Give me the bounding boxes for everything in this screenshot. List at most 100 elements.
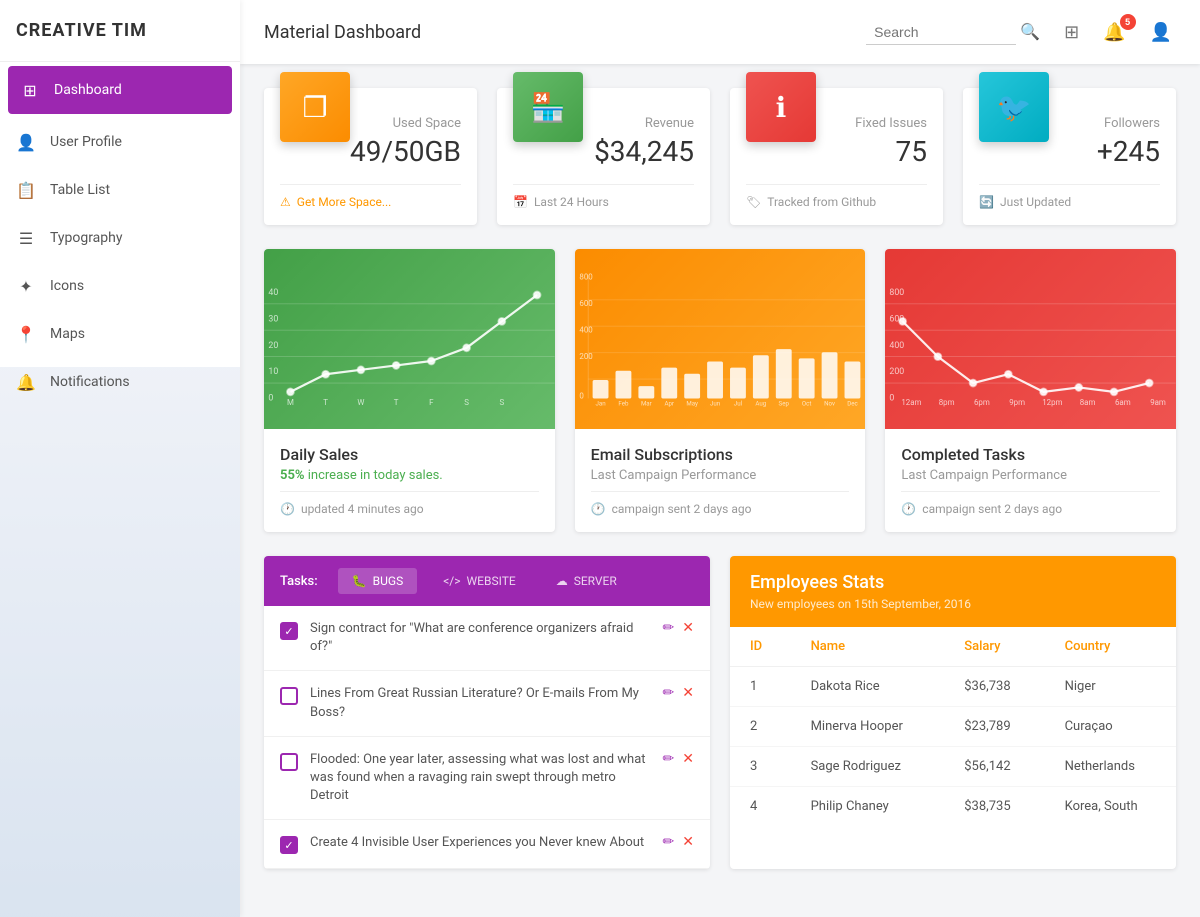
nav-icon-notifications: 🔔 bbox=[16, 372, 36, 392]
task-edit-4[interactable]: ✏ bbox=[663, 834, 675, 850]
employee-country: Netherlands bbox=[1045, 747, 1176, 787]
task-list: Sign contract for "What are conference o… bbox=[264, 606, 710, 869]
task-checkbox-3[interactable] bbox=[280, 753, 298, 771]
server-tab-label: SERVER bbox=[574, 574, 617, 588]
svg-text:6pm: 6pm bbox=[974, 398, 990, 407]
task-item: Flooded: One year later, assessing what … bbox=[264, 737, 710, 821]
chart-cards-grid: 40 30 20 10 0 MTWTFSS Daily Sales 55% in… bbox=[264, 249, 1176, 532]
nav-label-icons: Icons bbox=[50, 278, 84, 294]
tasks-tab-website[interactable]: </> WEBSITE bbox=[429, 568, 529, 594]
svg-text:S: S bbox=[499, 398, 504, 407]
chart-subtitle-email-subscriptions: Last Campaign Performance bbox=[591, 468, 850, 483]
stat-card-revenue: 🏪 Revenue $34,245 📅 Last 24 Hours bbox=[497, 88, 710, 225]
svg-text:800: 800 bbox=[890, 288, 905, 298]
svg-text:Mar: Mar bbox=[641, 400, 652, 408]
task-item: Sign contract for "What are conference o… bbox=[264, 606, 710, 671]
sidebar-item-icons[interactable]: ✦ Icons bbox=[0, 262, 240, 310]
task-checkbox-1[interactable] bbox=[280, 622, 298, 640]
clock-icon-daily-sales: 🕐 bbox=[280, 502, 295, 516]
svg-text:Apr: Apr bbox=[664, 400, 674, 408]
stat-card-footer-followers: 🔄 Just Updated bbox=[979, 184, 1160, 209]
search-button[interactable]: 🔍 bbox=[1016, 18, 1044, 46]
svg-text:M: M bbox=[287, 398, 294, 407]
task-edit-2[interactable]: ✏ bbox=[663, 685, 675, 701]
svg-text:20: 20 bbox=[268, 341, 278, 351]
svg-text:W: W bbox=[357, 398, 364, 407]
chart-footer-completed-tasks: 🕐 campaign sent 2 days ago bbox=[901, 491, 1160, 516]
task-checkbox-4[interactable] bbox=[280, 836, 298, 854]
chart-body-daily-sales: Daily Sales 55% increase in today sales.… bbox=[264, 429, 555, 532]
svg-text:T: T bbox=[394, 398, 399, 407]
employee-name: Philip Chaney bbox=[791, 787, 945, 827]
user-icon-button[interactable]: 👤 bbox=[1146, 18, 1176, 47]
svg-text:9pm: 9pm bbox=[1010, 398, 1026, 407]
stat-card-icon-used-space: ❐ bbox=[280, 72, 350, 142]
chart-title-email-subscriptions: Email Subscriptions bbox=[591, 445, 850, 464]
grid-icon-button[interactable]: ⊞ bbox=[1060, 18, 1083, 47]
chart-body-completed-tasks: Completed Tasks Last Campaign Performanc… bbox=[885, 429, 1176, 532]
tasks-card: Tasks: 🐛 BUGS </> WEBSITE ☁ SERVER bbox=[264, 556, 710, 869]
task-text-3: Flooded: One year later, assessing what … bbox=[310, 751, 651, 806]
sidebar-item-user-profile[interactable]: 👤 User Profile bbox=[0, 118, 240, 166]
task-text-2: Lines From Great Russian Literature? Or … bbox=[310, 685, 651, 721]
stat-card-fixed-issues: ℹ Fixed Issues 75 🏷 Tracked from Github bbox=[730, 88, 943, 225]
chart-footer-text-email-subscriptions: campaign sent 2 days ago bbox=[612, 502, 752, 516]
line-chart-completed-tasks: 800 600 400 200 0 12am8pm6pm9pm12pm8am6a… bbox=[885, 249, 1176, 429]
employee-country: Niger bbox=[1045, 667, 1176, 707]
footer-icon-revenue: 📅 bbox=[513, 195, 528, 209]
search-input[interactable] bbox=[866, 20, 1016, 45]
svg-text:Jan: Jan bbox=[595, 400, 605, 408]
footer-icon-used-space: ⚠ bbox=[280, 195, 291, 209]
employees-subtitle: New employees on 15th September, 2016 bbox=[750, 597, 1156, 611]
footer-text-used-space[interactable]: Get More Space... bbox=[297, 195, 392, 209]
svg-text:12pm: 12pm bbox=[1043, 398, 1063, 407]
employees-table-head: IDNameSalaryCountry bbox=[730, 627, 1176, 667]
task-delete-4[interactable]: ✕ bbox=[682, 834, 694, 850]
tasks-tab-server[interactable]: ☁ SERVER bbox=[542, 568, 631, 594]
svg-text:Aug: Aug bbox=[755, 400, 766, 408]
chart-body-email-subscriptions: Email Subscriptions Last Campaign Perfor… bbox=[575, 429, 866, 532]
nav-icon-user-profile: 👤 bbox=[16, 132, 36, 152]
bug-icon: 🐛 bbox=[352, 574, 367, 588]
employee-country: Korea, South bbox=[1045, 787, 1176, 827]
chart-footer-daily-sales: 🕐 updated 4 minutes ago bbox=[280, 491, 539, 516]
task-checkbox-2[interactable] bbox=[280, 687, 298, 705]
notification-badge: 5 bbox=[1120, 14, 1136, 30]
task-delete-1[interactable]: ✕ bbox=[682, 620, 694, 636]
footer-text-fixed-issues: Tracked from Github bbox=[767, 195, 876, 209]
svg-text:8am: 8am bbox=[1080, 398, 1096, 407]
employees-table: IDNameSalaryCountry1Dakota Rice$36,738Ni… bbox=[730, 627, 1176, 826]
sidebar-item-notifications[interactable]: 🔔 Notifications bbox=[0, 358, 240, 406]
task-delete-2[interactable]: ✕ bbox=[682, 685, 694, 701]
svg-text:0: 0 bbox=[890, 394, 895, 404]
footer-text-revenue: Last 24 Hours bbox=[534, 195, 609, 209]
task-edit-1[interactable]: ✏ bbox=[663, 620, 675, 636]
chart-header-email-subscriptions: 800 600 400 200 0 JanFebMarAprMayJunJulA… bbox=[575, 249, 866, 429]
footer-text-followers: Just Updated bbox=[1000, 195, 1071, 209]
header-icons: ⊞ 🔔 5 👤 bbox=[1060, 18, 1176, 47]
sidebar-item-dashboard[interactable]: ⊞ Dashboard bbox=[8, 66, 232, 114]
svg-text:Sep: Sep bbox=[778, 400, 789, 408]
employee-salary: $56,142 bbox=[944, 747, 1044, 787]
svg-text:600: 600 bbox=[579, 299, 592, 308]
stat-card-footer-revenue: 📅 Last 24 Hours bbox=[513, 184, 694, 209]
svg-text:400: 400 bbox=[890, 341, 905, 351]
cloud-icon: ☁ bbox=[556, 574, 568, 588]
employee-id: 1 bbox=[730, 667, 791, 707]
task-edit-3[interactable]: ✏ bbox=[663, 751, 675, 767]
table-row: 2Minerva Hooper$23,789Curaçao bbox=[730, 707, 1176, 747]
svg-text:Jun: Jun bbox=[710, 400, 720, 408]
tasks-tab-bugs[interactable]: 🐛 BUGS bbox=[338, 568, 418, 594]
notifications-icon-button[interactable]: 🔔 5 bbox=[1099, 18, 1129, 47]
nav-icon-typography: ☰ bbox=[16, 228, 36, 248]
task-item: Create 4 Invisible User Experiences you … bbox=[264, 820, 710, 869]
svg-text:400: 400 bbox=[579, 325, 592, 334]
task-actions-4: ✏ ✕ bbox=[663, 834, 694, 850]
sidebar-item-table-list[interactable]: 📋 Table List bbox=[0, 166, 240, 214]
sidebar-item-maps[interactable]: 📍 Maps bbox=[0, 310, 240, 358]
svg-text:F: F bbox=[429, 398, 434, 407]
svg-text:T: T bbox=[323, 398, 328, 407]
content-area: ❐ Used Space 49/50GB ⚠ Get More Space...… bbox=[240, 64, 1200, 893]
task-delete-3[interactable]: ✕ bbox=[682, 751, 694, 767]
sidebar-item-typography[interactable]: ☰ Typography bbox=[0, 214, 240, 262]
